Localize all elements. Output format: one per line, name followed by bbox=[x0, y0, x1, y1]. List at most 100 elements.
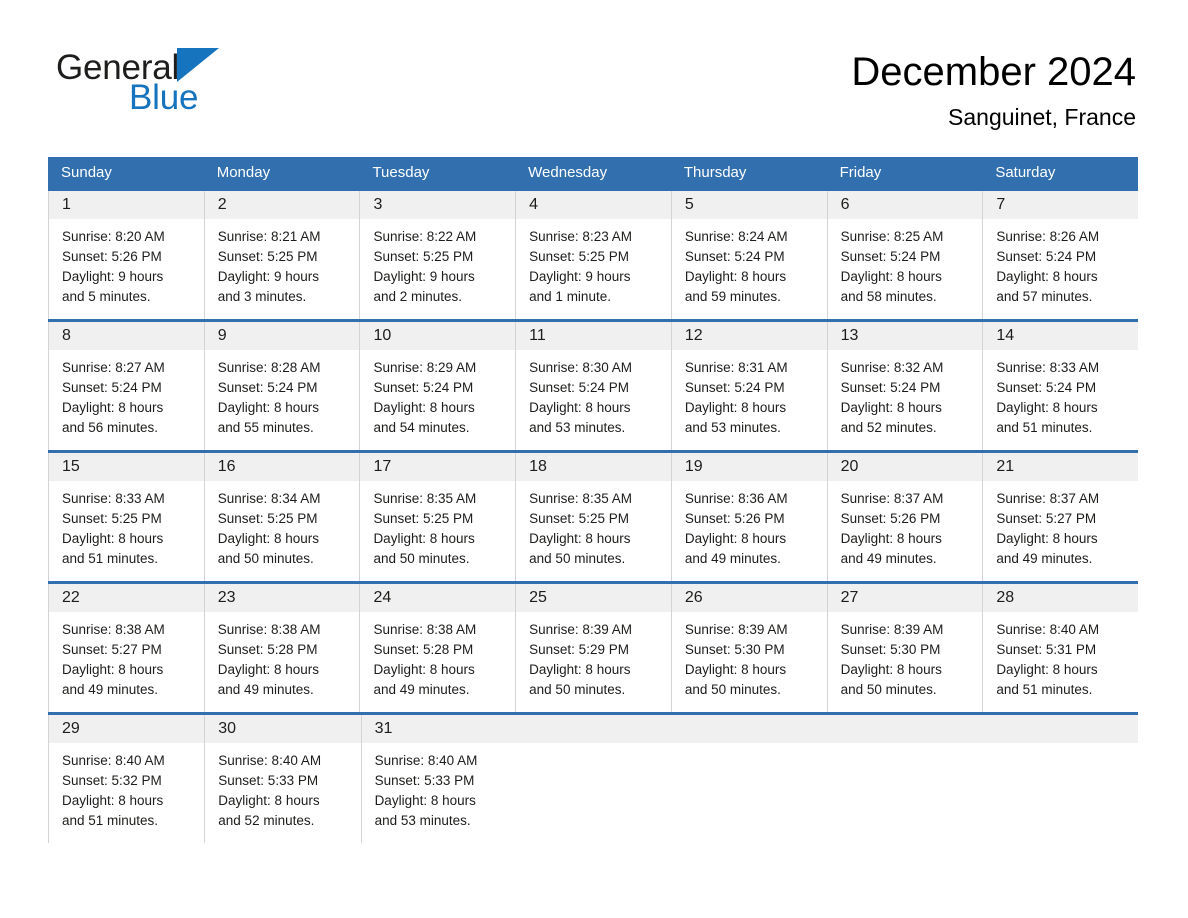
day-cell[interactable]: 17 Sunrise: 8:35 AM Sunset: 5:25 PM Dayl… bbox=[359, 453, 515, 581]
day-details: Sunrise: 8:40 AM Sunset: 5:33 PM Dayligh… bbox=[205, 743, 360, 831]
day-details: Sunrise: 8:35 AM Sunset: 5:25 PM Dayligh… bbox=[516, 481, 671, 569]
day-details: Sunrise: 8:28 AM Sunset: 5:24 PM Dayligh… bbox=[205, 350, 360, 438]
sunset-text: Sunset: 5:26 PM bbox=[840, 511, 941, 526]
week-row: 22 Sunrise: 8:38 AM Sunset: 5:27 PM Dayl… bbox=[48, 581, 1138, 712]
day-cell[interactable]: 18 Sunrise: 8:35 AM Sunset: 5:25 PM Dayl… bbox=[515, 453, 671, 581]
triangle-logo-icon bbox=[177, 48, 220, 82]
sunrise-text: Sunrise: 8:24 AM bbox=[684, 229, 788, 244]
daylight-text-line1: Daylight: 8 hours bbox=[996, 662, 1098, 677]
daylight-text-line1: Daylight: 8 hours bbox=[373, 400, 475, 415]
sunrise-text: Sunrise: 8:28 AM bbox=[217, 360, 321, 375]
sunrise-text: Sunrise: 8:25 AM bbox=[840, 229, 944, 244]
day-cell[interactable]: 6 Sunrise: 8:25 AM Sunset: 5:24 PM Dayli… bbox=[826, 191, 983, 319]
day-number: 24 bbox=[373, 589, 392, 606]
day-number: 1 bbox=[62, 196, 71, 213]
day-cell[interactable]: 12 Sunrise: 8:31 AM Sunset: 5:24 PM Dayl… bbox=[670, 322, 827, 450]
daylight-text-line1: Daylight: 9 hours bbox=[373, 269, 475, 284]
day-cell[interactable]: 29 Sunrise: 8:40 AM Sunset: 5:32 PM Dayl… bbox=[48, 715, 204, 843]
day-cell[interactable]: 22 Sunrise: 8:38 AM Sunset: 5:27 PM Dayl… bbox=[48, 584, 204, 712]
sunrise-text: Sunrise: 8:35 AM bbox=[529, 491, 632, 506]
page-title: December 2024 bbox=[851, 50, 1136, 94]
day-cell[interactable]: 19 Sunrise: 8:36 AM Sunset: 5:26 PM Dayl… bbox=[670, 453, 827, 581]
day-details: Sunrise: 8:39 AM Sunset: 5:29 PM Dayligh… bbox=[516, 612, 671, 700]
sunset-text: Sunset: 5:25 PM bbox=[217, 511, 318, 526]
day-cell[interactable]: 5 Sunrise: 8:24 AM Sunset: 5:24 PM Dayli… bbox=[670, 191, 827, 319]
daylight-text-line2: and 53 minutes. bbox=[529, 420, 626, 435]
day-number: 28 bbox=[996, 589, 1015, 606]
daylight-text-line2: and 54 minutes. bbox=[373, 420, 470, 435]
sunset-text: Sunset: 5:25 PM bbox=[529, 249, 629, 264]
day-details: Sunrise: 8:24 AM Sunset: 5:24 PM Dayligh… bbox=[672, 219, 827, 307]
day-cell-empty bbox=[517, 715, 672, 843]
daylight-text-line2: and 3 minutes. bbox=[217, 289, 307, 304]
sunset-text: Sunset: 5:26 PM bbox=[684, 511, 785, 526]
sunrise-text: Sunrise: 8:21 AM bbox=[217, 229, 321, 244]
daylight-text-line2: and 49 minutes. bbox=[62, 682, 159, 697]
day-details: Sunrise: 8:39 AM Sunset: 5:30 PM Dayligh… bbox=[672, 612, 827, 700]
day-cell[interactable]: 30 Sunrise: 8:40 AM Sunset: 5:33 PM Dayl… bbox=[204, 715, 360, 843]
day-cell[interactable]: 14 Sunrise: 8:33 AM Sunset: 5:24 PM Dayl… bbox=[982, 322, 1138, 450]
day-cell[interactable]: 7 Sunrise: 8:26 AM Sunset: 5:24 PM Dayli… bbox=[982, 191, 1138, 319]
day-cell[interactable]: 20 Sunrise: 8:37 AM Sunset: 5:26 PM Dayl… bbox=[826, 453, 983, 581]
day-number: 11 bbox=[529, 327, 546, 344]
daylight-text-line2: and 49 minutes. bbox=[217, 682, 314, 697]
day-cell[interactable]: 15 Sunrise: 8:33 AM Sunset: 5:25 PM Dayl… bbox=[48, 453, 204, 581]
day-details: Sunrise: 8:20 AM Sunset: 5:26 PM Dayligh… bbox=[49, 219, 204, 307]
day-details: Sunrise: 8:33 AM Sunset: 5:24 PM Dayligh… bbox=[983, 350, 1138, 438]
daylight-text-line1: Daylight: 8 hours bbox=[373, 531, 475, 546]
daylight-text-line1: Daylight: 8 hours bbox=[62, 400, 164, 415]
day-cell[interactable]: 1 Sunrise: 8:20 AM Sunset: 5:26 PM Dayli… bbox=[48, 191, 204, 319]
day-cell[interactable]: 25 Sunrise: 8:39 AM Sunset: 5:29 PM Dayl… bbox=[515, 584, 671, 712]
day-number: 19 bbox=[684, 458, 703, 475]
day-cell[interactable]: 11 Sunrise: 8:30 AM Sunset: 5:24 PM Dayl… bbox=[515, 322, 671, 450]
daylight-text-line2: and 49 minutes. bbox=[840, 551, 937, 566]
day-number: 29 bbox=[62, 720, 80, 737]
day-cell[interactable]: 23 Sunrise: 8:38 AM Sunset: 5:28 PM Dayl… bbox=[203, 584, 360, 712]
day-details: Sunrise: 8:26 AM Sunset: 5:24 PM Dayligh… bbox=[983, 219, 1138, 307]
sunset-text: Sunset: 5:29 PM bbox=[529, 642, 629, 657]
day-cell[interactable]: 21 Sunrise: 8:37 AM Sunset: 5:27 PM Dayl… bbox=[982, 453, 1138, 581]
day-number: 5 bbox=[684, 196, 694, 213]
general-blue-logo[interactable]: General Blue bbox=[56, 48, 266, 118]
sunrise-text: Sunrise: 8:40 AM bbox=[996, 622, 1100, 637]
daylight-text-line1: Daylight: 8 hours bbox=[840, 531, 942, 546]
sunset-text: Sunset: 5:24 PM bbox=[684, 249, 785, 264]
day-cell[interactable]: 24 Sunrise: 8:38 AM Sunset: 5:28 PM Dayl… bbox=[359, 584, 515, 712]
day-number: 9 bbox=[217, 327, 227, 344]
sunrise-text: Sunrise: 8:33 AM bbox=[62, 491, 165, 506]
daylight-text-line1: Daylight: 9 hours bbox=[217, 269, 320, 284]
daylight-text-line2: and 51 minutes. bbox=[62, 551, 159, 566]
day-details: Sunrise: 8:37 AM Sunset: 5:27 PM Dayligh… bbox=[983, 481, 1138, 569]
sunset-text: Sunset: 5:32 PM bbox=[62, 773, 162, 788]
sunrise-text: Sunrise: 8:23 AM bbox=[529, 229, 632, 244]
day-details: Sunrise: 8:40 AM Sunset: 5:33 PM Dayligh… bbox=[362, 743, 517, 831]
day-cell[interactable]: 8 Sunrise: 8:27 AM Sunset: 5:24 PM Dayli… bbox=[48, 322, 204, 450]
daylight-text-line1: Daylight: 8 hours bbox=[996, 269, 1098, 284]
day-cell[interactable]: 2 Sunrise: 8:21 AM Sunset: 5:25 PM Dayli… bbox=[203, 191, 360, 319]
daylight-text-line1: Daylight: 8 hours bbox=[840, 269, 942, 284]
day-cell[interactable]: 10 Sunrise: 8:29 AM Sunset: 5:24 PM Dayl… bbox=[359, 322, 515, 450]
day-cell[interactable]: 31 Sunrise: 8:40 AM Sunset: 5:33 PM Dayl… bbox=[360, 715, 517, 843]
day-details: Sunrise: 8:21 AM Sunset: 5:25 PM Dayligh… bbox=[205, 219, 360, 307]
day-cell[interactable]: 13 Sunrise: 8:32 AM Sunset: 5:24 PM Dayl… bbox=[826, 322, 983, 450]
day-cell[interactable]: 26 Sunrise: 8:39 AM Sunset: 5:30 PM Dayl… bbox=[670, 584, 827, 712]
daylight-text-line2: and 49 minutes. bbox=[996, 551, 1093, 566]
sunset-text: Sunset: 5:27 PM bbox=[996, 511, 1097, 526]
sunset-text: Sunset: 5:25 PM bbox=[217, 249, 318, 264]
day-cell[interactable]: 16 Sunrise: 8:34 AM Sunset: 5:25 PM Dayl… bbox=[203, 453, 360, 581]
day-cell[interactable]: 9 Sunrise: 8:28 AM Sunset: 5:24 PM Dayli… bbox=[203, 322, 360, 450]
sunrise-text: Sunrise: 8:40 AM bbox=[218, 753, 322, 768]
day-cell[interactable]: 3 Sunrise: 8:22 AM Sunset: 5:25 PM Dayli… bbox=[359, 191, 515, 319]
day-cell[interactable]: 27 Sunrise: 8:39 AM Sunset: 5:30 PM Dayl… bbox=[826, 584, 983, 712]
page-header: General Blue December 2024 Sanguinet, Fr… bbox=[0, 0, 1188, 130]
daylight-text-line1: Daylight: 8 hours bbox=[529, 400, 631, 415]
daylight-text-line2: and 50 minutes. bbox=[373, 551, 470, 566]
daylight-text-line2: and 1 minute. bbox=[529, 289, 611, 304]
daylight-text-line1: Daylight: 8 hours bbox=[684, 531, 787, 546]
sunrise-text: Sunrise: 8:39 AM bbox=[684, 622, 788, 637]
daylight-text-line1: Daylight: 8 hours bbox=[684, 269, 787, 284]
day-cell[interactable]: 28 Sunrise: 8:40 AM Sunset: 5:31 PM Dayl… bbox=[982, 584, 1138, 712]
day-details: Sunrise: 8:36 AM Sunset: 5:26 PM Dayligh… bbox=[672, 481, 827, 569]
day-cell[interactable]: 4 Sunrise: 8:23 AM Sunset: 5:25 PM Dayli… bbox=[515, 191, 671, 319]
week-row: 15 Sunrise: 8:33 AM Sunset: 5:25 PM Dayl… bbox=[48, 450, 1138, 581]
